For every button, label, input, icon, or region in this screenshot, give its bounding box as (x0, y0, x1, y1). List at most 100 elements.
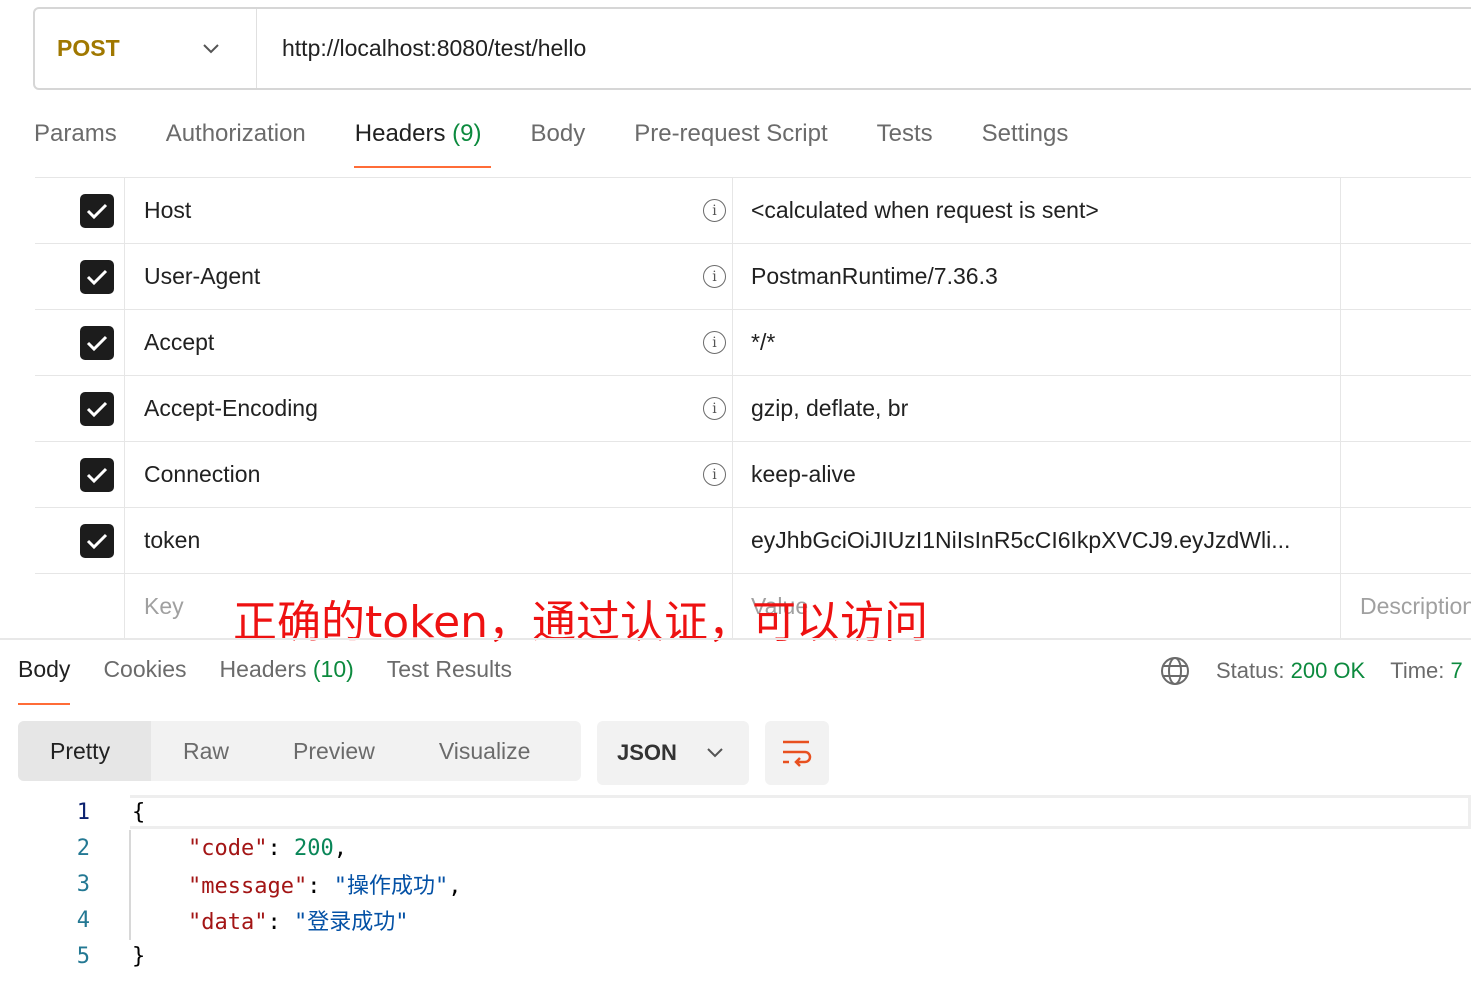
code-text: "data": "登录成功" (188, 910, 409, 935)
pane-divider[interactable] (0, 638, 1471, 640)
header-key: User-Agent (144, 263, 261, 289)
info-icon[interactable]: i (703, 199, 726, 222)
line-number: 3 (76, 871, 90, 897)
description-input[interactable]: Description (1341, 574, 1471, 638)
tab-pre-request-script[interactable]: Pre-request Script (634, 108, 827, 168)
format-select[interactable]: JSON (597, 721, 749, 785)
checkbox-cell (35, 508, 125, 573)
info-icon[interactable]: i (703, 397, 726, 420)
annotation-text: 正确的token，通过认证，可以访问 (233, 597, 929, 648)
header-key: Accept (144, 329, 215, 355)
line-number: 2 (76, 835, 90, 861)
tab-params[interactable]: Params (34, 108, 117, 168)
header-key: token (144, 527, 201, 553)
url-input[interactable]: http://localhost:8080/test/hello (257, 35, 586, 62)
header-key-cell[interactable]: User-Agent i (125, 244, 733, 309)
code-text: { (130, 795, 1471, 829)
header-value: gzip, deflate, br (751, 395, 909, 421)
header-value: */* (751, 329, 776, 355)
header-checkbox[interactable] (80, 457, 114, 492)
checkmark-icon (86, 335, 108, 351)
info-icon[interactable]: i (703, 463, 726, 486)
view-visualize[interactable]: Visualize (407, 721, 563, 781)
headers-count: (9) (452, 120, 482, 147)
header-value-cell[interactable]: gzip, deflate, br (733, 376, 1341, 441)
header-row: token eyJhbGciOiJIUzI1NiIsInR5cCI6IkpXVC… (35, 508, 1471, 574)
tab-body[interactable]: Body (531, 108, 586, 168)
method-label: POST (57, 35, 120, 61)
url-bar: POST http://localhost:8080/test/hello (33, 7, 1471, 90)
header-value: <calculated when request is sent> (751, 197, 1099, 223)
status-value[interactable]: 200 OK (1291, 658, 1366, 684)
tab-headers[interactable]: Headers (9) (353, 108, 491, 168)
header-value-cell[interactable]: PostmanRuntime/7.36.3 (733, 244, 1341, 309)
tab-test-results[interactable]: Test Results (387, 656, 512, 705)
header-value-cell[interactable]: keep-alive (733, 442, 1341, 507)
json-number: 200 (293, 835, 334, 861)
header-value-cell[interactable]: eyJhbGciOiJIUzI1NiIsInR5cCI6IkpXVCJ9.eyJ… (733, 508, 1341, 573)
json-string: "登录成功" (293, 910, 409, 935)
view-pretty[interactable]: Pretty (18, 721, 151, 781)
header-description-cell[interactable] (1341, 178, 1471, 243)
tab-settings[interactable]: Settings (982, 108, 1069, 168)
tab-response-body[interactable]: Body (18, 656, 71, 705)
header-description-cell[interactable] (1341, 376, 1471, 441)
method-select[interactable]: POST (35, 9, 257, 88)
view-mode-selector: Pretty Raw Preview Visualize (18, 721, 581, 781)
view-raw[interactable]: Raw (151, 721, 261, 781)
header-key-cell[interactable]: Accept i (125, 310, 733, 375)
header-value: eyJhbGciOiJIUzI1NiIsInR5cCI6IkpXVCJ9.eyJ… (751, 527, 1291, 553)
code-text: "message": "操作成功", (188, 874, 462, 899)
header-value-cell[interactable]: <calculated when request is sent> (733, 178, 1341, 243)
header-value: keep-alive (751, 461, 856, 487)
header-description-cell[interactable] (1341, 310, 1471, 375)
header-checkbox[interactable] (80, 193, 114, 228)
checkbox-cell (35, 574, 125, 638)
json-string: "操作成功" (333, 874, 449, 899)
checkbox-cell (35, 310, 125, 375)
format-label: JSON (617, 740, 677, 765)
globe-icon[interactable] (1160, 656, 1190, 686)
response-status: Status: 200 OK Time: 7 (1160, 656, 1463, 686)
response-headers-count: (10) (312, 656, 354, 682)
json-key: "code" (188, 835, 268, 861)
tab-response-headers[interactable]: Headers (10) (220, 656, 354, 705)
header-description-cell[interactable] (1341, 442, 1471, 507)
line-number: 4 (76, 907, 90, 933)
header-key-cell[interactable]: Accept-Encoding i (125, 376, 733, 441)
response-body-editor[interactable]: 1{ 2 "code": 200, 3 "message": "操作成功", 4 "d… (0, 794, 1471, 974)
checkbox-cell (35, 178, 125, 243)
info-icon[interactable]: i (703, 265, 726, 288)
header-key-cell[interactable]: Connection i (125, 442, 733, 507)
wrap-lines-button[interactable] (765, 721, 829, 785)
header-key-cell[interactable]: token (125, 508, 733, 573)
code-text: } (132, 943, 146, 969)
header-checkbox[interactable] (80, 325, 114, 360)
checkbox-cell (35, 376, 125, 441)
header-checkbox[interactable] (80, 259, 114, 294)
view-preview[interactable]: Preview (261, 721, 407, 781)
header-key: Accept-Encoding (144, 395, 318, 421)
header-value-cell[interactable]: */* (733, 310, 1341, 375)
json-key: "message" (188, 874, 308, 899)
header-checkbox[interactable] (80, 391, 114, 426)
info-icon[interactable]: i (703, 331, 726, 354)
time-value[interactable]: 7 (1451, 658, 1463, 684)
checkbox-cell (35, 442, 125, 507)
header-checkbox[interactable] (80, 523, 114, 558)
header-key-cell[interactable]: Host i (125, 178, 733, 243)
header-description-cell[interactable] (1341, 508, 1471, 573)
chevron-down-icon (707, 748, 723, 758)
checkmark-icon (86, 203, 108, 219)
header-row: User-Agent i PostmanRuntime/7.36.3 (35, 244, 1471, 310)
tab-authorization[interactable]: Authorization (166, 108, 306, 168)
header-key: Host (144, 197, 192, 223)
headers-table: Host i <calculated when request is sent> … (35, 177, 1471, 638)
header-description-cell[interactable] (1341, 244, 1471, 309)
tab-tests[interactable]: Tests (877, 108, 933, 168)
header-row: Accept i */* (35, 310, 1471, 376)
code-line: 3 "message": "操作成功", (0, 866, 1471, 902)
tab-cookies[interactable]: Cookies (103, 656, 186, 705)
response-tabs: Body Cookies Headers (10) Test Results (18, 656, 545, 705)
line-number: 5 (76, 943, 90, 969)
